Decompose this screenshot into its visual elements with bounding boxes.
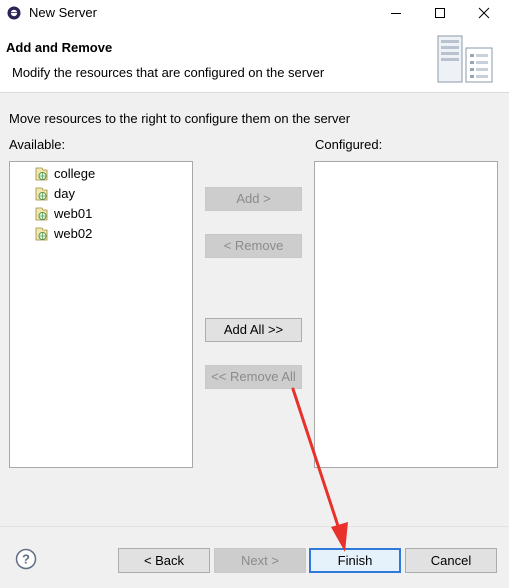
eclipse-app-icon xyxy=(7,6,21,20)
add-all-button[interactable]: Add All >> xyxy=(205,318,302,342)
configured-label: Configured: xyxy=(315,137,383,152)
web-project-icon xyxy=(35,207,48,220)
available-label: Available: xyxy=(9,137,66,152)
cancel-button[interactable]: Cancel xyxy=(405,548,497,573)
list-item-label: college xyxy=(54,165,96,181)
wizard-header: Add and Remove Modify the resources that… xyxy=(0,26,509,93)
close-icon xyxy=(478,7,490,19)
available-list[interactable]: college day web01 web02 xyxy=(9,161,193,468)
page-description: Modify the resources that are configured… xyxy=(12,65,325,80)
list-item-label: day xyxy=(54,185,75,201)
help-icon[interactable]: ? xyxy=(15,548,37,570)
finish-button[interactable]: Finish xyxy=(309,548,401,573)
window-title: New Server xyxy=(29,5,97,20)
server-wizard-icon xyxy=(437,35,493,83)
list-item-web02[interactable]: web02 xyxy=(34,223,92,243)
maximize-button[interactable] xyxy=(419,0,463,26)
next-button[interactable]: Next > xyxy=(214,548,306,573)
instruction-text: Move resources to the right to configure… xyxy=(9,111,351,126)
web-project-icon xyxy=(35,167,48,180)
footer-divider xyxy=(0,526,509,527)
add-button[interactable]: Add > xyxy=(205,187,302,211)
web-project-icon xyxy=(35,187,48,200)
page-title: Add and Remove xyxy=(6,40,113,55)
remove-button[interactable]: < Remove xyxy=(205,234,302,258)
window-titlebar: New Server xyxy=(0,0,509,26)
back-button[interactable]: < Back xyxy=(118,548,210,573)
list-item-label: web02 xyxy=(54,225,93,241)
configured-list[interactable] xyxy=(314,161,498,468)
list-item-day[interactable]: day xyxy=(34,183,75,203)
remove-all-button[interactable]: << Remove All xyxy=(205,365,302,389)
list-item-college[interactable]: college xyxy=(34,163,95,183)
minimize-button[interactable] xyxy=(375,0,419,26)
close-button[interactable] xyxy=(463,0,507,26)
list-item-label: web01 xyxy=(54,205,93,221)
svg-text:?: ? xyxy=(22,552,30,567)
web-project-icon xyxy=(35,227,48,240)
maximize-icon xyxy=(435,8,445,18)
list-item-web01[interactable]: web01 xyxy=(34,203,92,223)
minimize-icon xyxy=(391,13,401,14)
